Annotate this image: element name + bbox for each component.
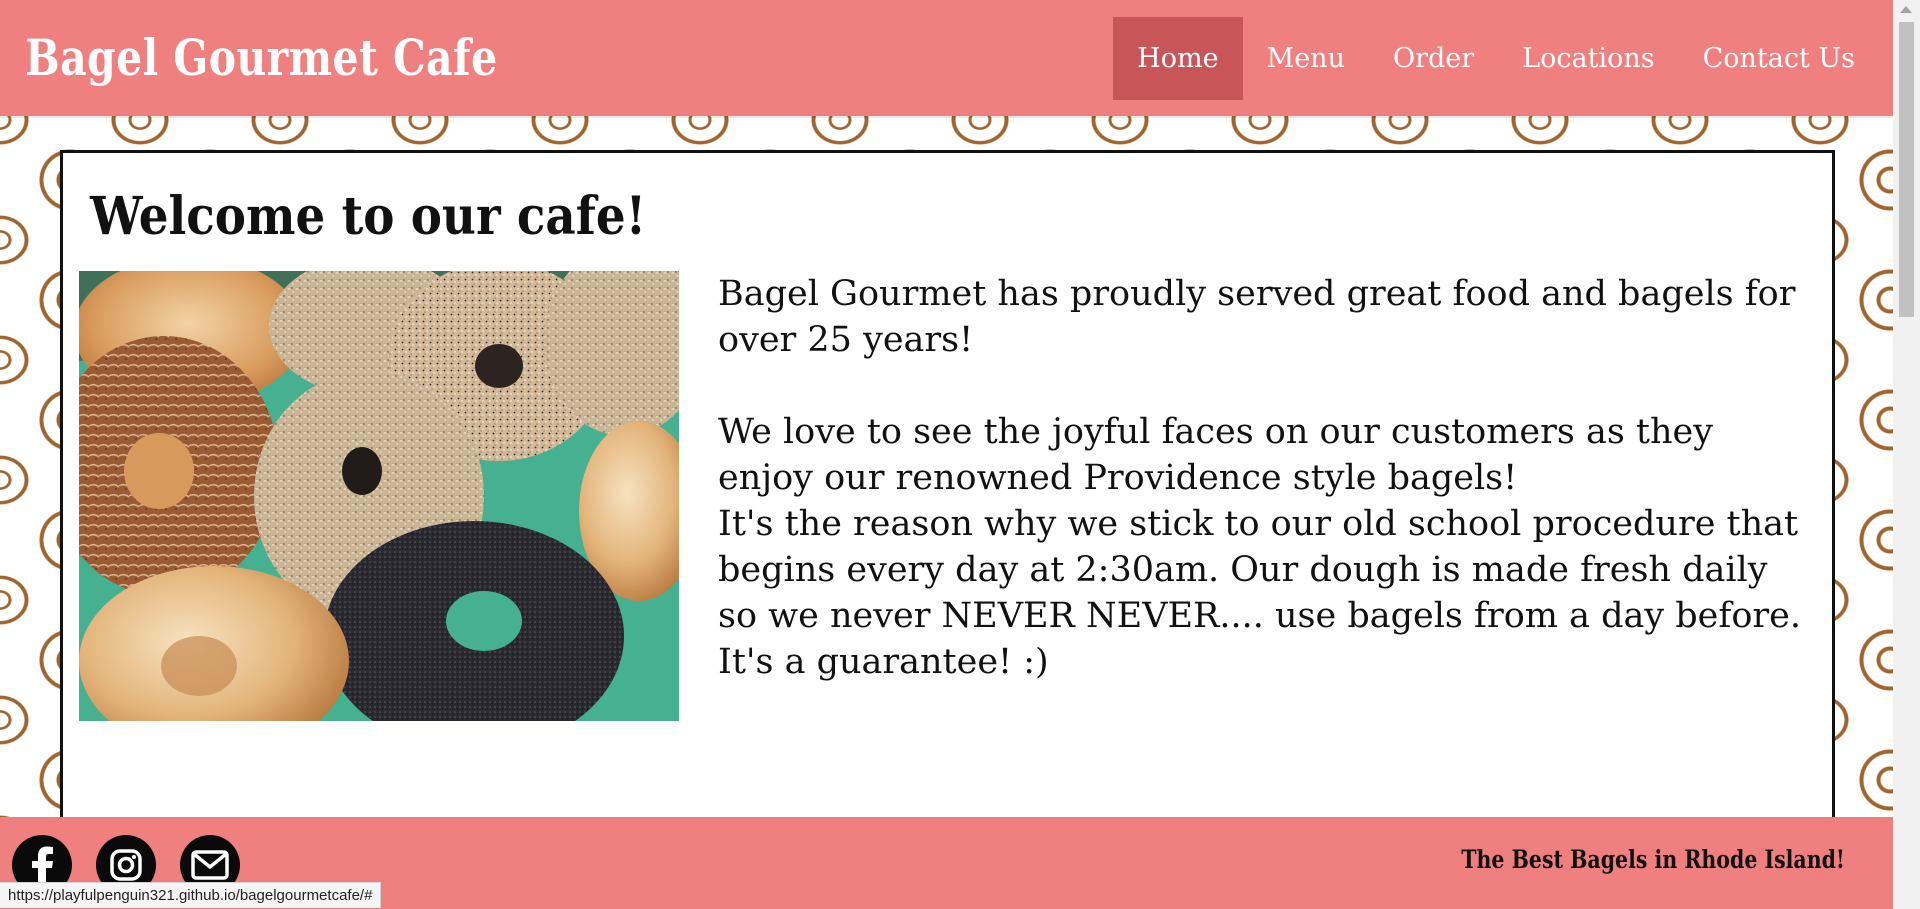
nav-menu[interactable]: Menu: [1243, 17, 1369, 100]
scrollbar-thumb[interactable]: [1899, 22, 1914, 317]
navbar: Bagel Gourmet Cafe Home Menu Order Locat…: [0, 0, 1893, 116]
status-bar-url: https://playfulpenguin321.github.io/bage…: [0, 882, 382, 908]
brand-logo-text[interactable]: Bagel Gourmet Cafe: [25, 28, 498, 87]
intro-paragraph-2: We love to see the joyful faces on our c…: [718, 412, 1714, 498]
welcome-card: Welcome to our cafe! Bagel Gourmet has p…: [60, 150, 1835, 820]
nav-order[interactable]: Order: [1369, 17, 1498, 100]
page-title: Welcome to our cafe!: [90, 186, 647, 247]
nav-contact-us[interactable]: Contact Us: [1679, 17, 1879, 100]
facebook-glyph: [32, 846, 53, 885]
main-nav: Home Menu Order Locations Contact Us: [1113, 17, 1879, 100]
bagel-photo: [79, 271, 679, 721]
intro-paragraph-3: It's the reason why we stick to our old …: [718, 504, 1801, 682]
page-scrollbar[interactable]: [1893, 0, 1920, 909]
footer-tagline: The Best Bagels in Rhode Island!: [1461, 845, 1845, 874]
nav-locations[interactable]: Locations: [1498, 17, 1678, 100]
page: { "header": { "brand": "Bagel Gourmet Ca…: [0, 0, 1920, 909]
mail-glyph: [191, 850, 229, 880]
nav-home[interactable]: Home: [1113, 17, 1243, 100]
scroll-up-arrow-icon[interactable]: [1900, 6, 1912, 13]
intro-text: Bagel Gourmet has proudly served great f…: [718, 271, 1803, 685]
bagel-photo-illustration: [79, 271, 679, 721]
intro-paragraph-1: Bagel Gourmet has proudly served great f…: [718, 274, 1796, 360]
instagram-glyph: [110, 849, 142, 881]
